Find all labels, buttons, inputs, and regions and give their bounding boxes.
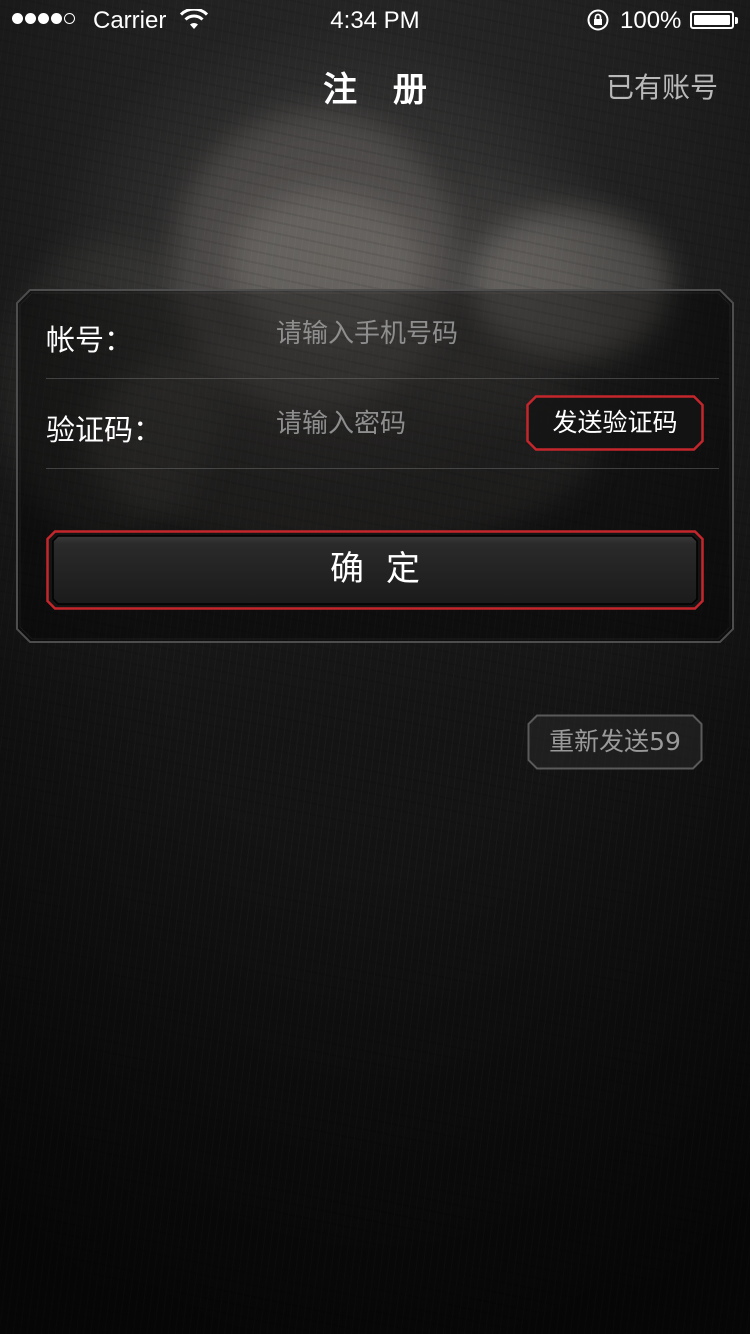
- battery-icon: [690, 11, 738, 29]
- code-input[interactable]: [276, 401, 536, 447]
- code-label: 验证码：: [46, 413, 163, 447]
- send-code-button[interactable]: 发送验证码: [526, 395, 704, 451]
- confirm-button[interactable]: 确定: [46, 530, 704, 610]
- rotation-lock-icon: [586, 8, 610, 39]
- account-label: 帐号：: [46, 323, 134, 357]
- phone-input[interactable]: [276, 311, 536, 357]
- existing-account-link[interactable]: 已有账号: [606, 66, 718, 106]
- confirm-label: 确定: [330, 549, 442, 589]
- account-row: 帐号：: [46, 289, 719, 379]
- battery-percent: 100%: [620, 7, 682, 34]
- resend-label: 重新发送59: [549, 727, 681, 756]
- code-row: 验证码： 发送验证码: [46, 379, 719, 469]
- status-bar: Carrier 4:34 PM 100%: [0, 0, 750, 40]
- divider: [46, 468, 719, 469]
- background-image: [0, 0, 750, 1334]
- resend-countdown-button[interactable]: 重新发送59: [527, 714, 703, 770]
- register-form-panel: 帐号： 验证码： 发送验证码 确定: [16, 289, 734, 643]
- send-code-label: 发送验证码: [552, 408, 678, 437]
